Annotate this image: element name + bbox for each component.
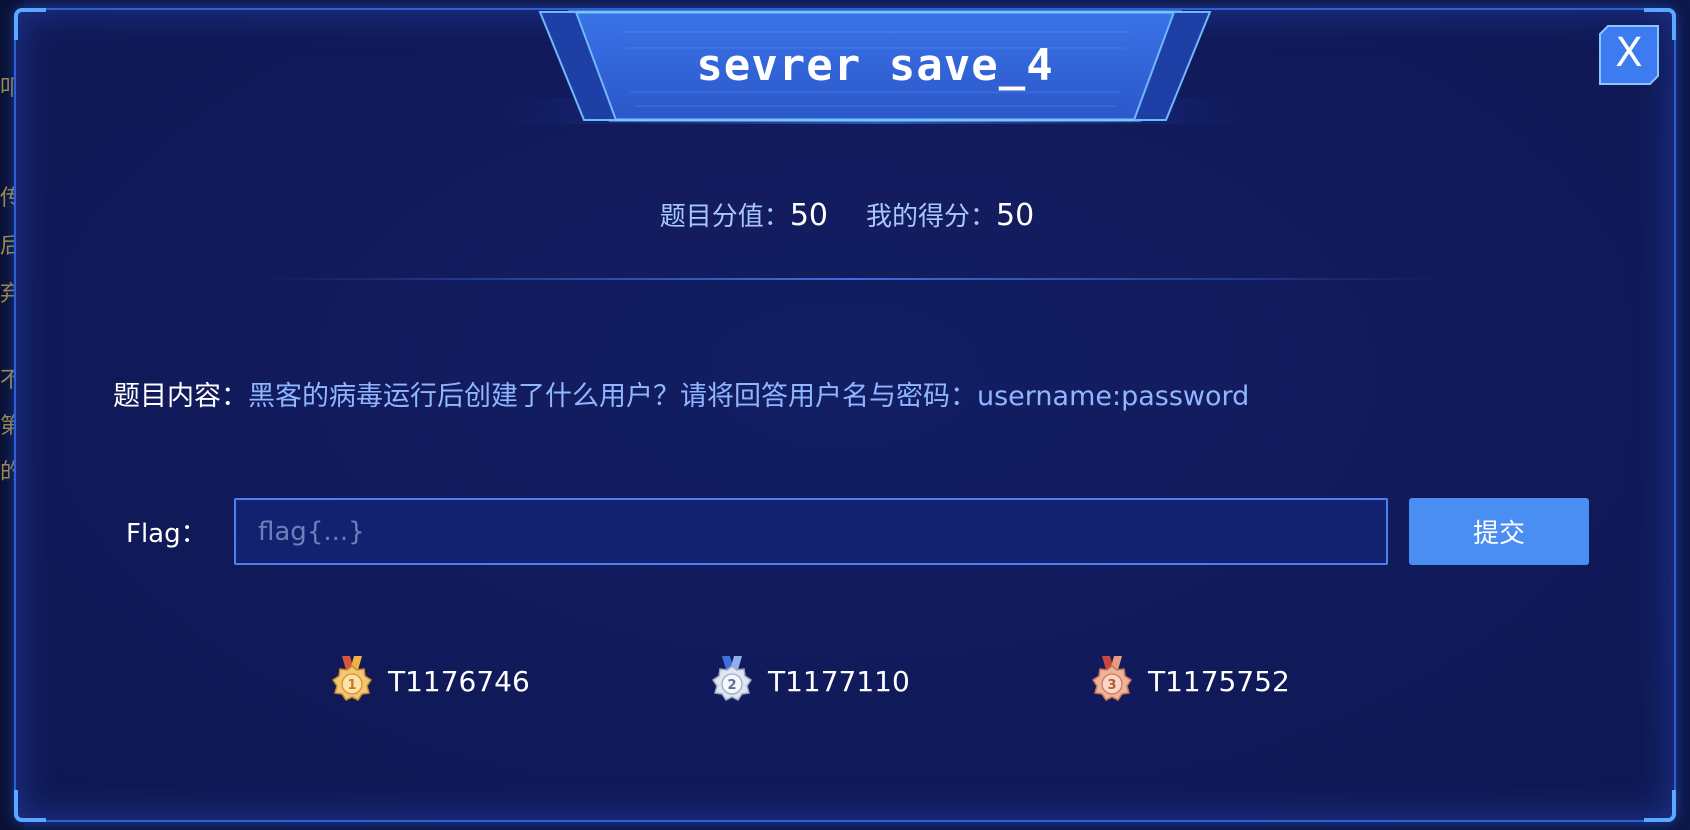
flag-label: Flag：	[126, 519, 207, 549]
flag-input[interactable]	[234, 498, 1388, 565]
ranking-name: T1176746	[388, 664, 530, 698]
challenge-score-value: 50	[789, 198, 828, 233]
svg-text:1: 1	[347, 678, 356, 693]
ranking-name: T1177110	[768, 664, 910, 698]
modal-corner-decoration	[14, 790, 46, 822]
title-banner: sevrer save_4	[500, 2, 1250, 128]
my-score-value: 50	[996, 198, 1035, 233]
ranking-name: T1175752	[1148, 664, 1290, 698]
svg-text:3: 3	[1107, 678, 1116, 693]
svg-text:2: 2	[727, 678, 736, 693]
silver-medal-icon: 2	[708, 654, 756, 708]
ranking-item: 1 T1176746	[328, 654, 530, 708]
question-label: 题目内容：	[113, 381, 248, 412]
my-score-label: 我的得分：	[866, 202, 997, 232]
score-row: 题目分值：50 我的得分：50	[16, 196, 1678, 233]
ranking-item: 2 T1177110	[708, 654, 910, 708]
modal-corner-decoration	[1644, 790, 1676, 822]
close-icon[interactable]: X	[1598, 30, 1660, 76]
ranking-item: 3 T1175752	[1088, 654, 1290, 708]
submit-button[interactable]: 提交	[1409, 498, 1589, 565]
question-text: 黑客的病毒运行后创建了什么用户？请将回答用户名与密码：username:pass…	[248, 381, 1250, 412]
close-button[interactable]: X	[1598, 24, 1660, 86]
challenge-modal: sevrer save_4 X 题目分值：50 我的得分：50 题目内容：黑客的病…	[14, 8, 1676, 822]
bronze-medal-icon: 3	[1088, 654, 1136, 708]
gold-medal-icon: 1	[328, 654, 376, 708]
challenge-score-label: 题目分值：	[659, 202, 790, 232]
modal-corner-decoration	[14, 8, 46, 40]
modal-title: sevrer save_4	[696, 40, 1054, 91]
divider	[256, 278, 1446, 280]
question-block: 题目内容：黑客的病毒运行后创建了什么用户？请将回答用户名与密码：username…	[113, 374, 1249, 413]
